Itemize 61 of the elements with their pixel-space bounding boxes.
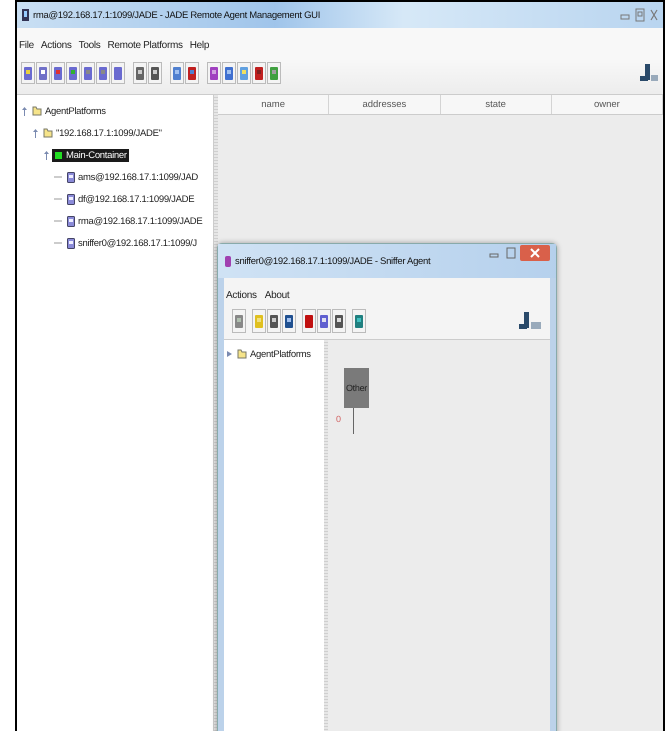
device-icon[interactable] (207, 62, 221, 84)
device-icon[interactable] (302, 309, 316, 333)
column-header[interactable]: name (218, 95, 330, 114)
device-icon[interactable] (36, 62, 50, 84)
tree-node[interactable]: df@192.168.17.1:1099/JADE (65, 192, 196, 206)
device-icon[interactable] (111, 62, 125, 84)
agent-icon (224, 254, 232, 268)
logo-icon (639, 62, 659, 84)
tree-node[interactable]: sniffer0@192.168.17.1:1099/J (65, 236, 199, 250)
tree-node[interactable]: AgentPlatforms (235, 348, 313, 360)
tree-node[interactable]: "192.168.17.1:1099/JADE" (41, 126, 164, 140)
device-icon[interactable] (282, 309, 296, 333)
logo-icon (516, 310, 542, 332)
column-header[interactable]: addresses (329, 95, 440, 114)
folder-icon (237, 349, 247, 359)
tree-node[interactable]: ams@192.168.17.1:1099/JAD (65, 170, 200, 184)
device-icon[interactable] (317, 309, 331, 333)
device-icon[interactable] (81, 62, 95, 84)
device-icon[interactable] (133, 62, 147, 84)
device-icon[interactable] (21, 62, 35, 84)
folder-icon (43, 128, 53, 138)
maximize-icon[interactable] (634, 8, 646, 22)
tree-node[interactable]: rma@192.168.17.1:1099/JADE (65, 214, 204, 228)
window-title: rma@192.168.17.1:1099/JADE - JADE Remote Agent Management GUI (33, 10, 320, 20)
device-icon[interactable] (352, 309, 366, 333)
menu-item[interactable]: Tools (78, 40, 100, 51)
close-icon[interactable] (649, 8, 659, 22)
device-icon[interactable] (252, 62, 266, 84)
agent-index: 0 (336, 414, 342, 424)
menu-item[interactable]: About (264, 290, 290, 301)
device-icon (67, 194, 75, 204)
menu-item[interactable]: Help (190, 40, 210, 51)
device-icon[interactable] (66, 62, 80, 84)
menu-item[interactable]: Remote Platforms (107, 40, 183, 51)
close-icon[interactable] (520, 245, 550, 261)
folder-icon (32, 106, 42, 116)
device-icon[interactable] (51, 62, 65, 84)
square-icon (54, 150, 63, 160)
tree-node[interactable]: AgentPlatforms (30, 104, 108, 118)
device-icon[interactable] (222, 62, 236, 84)
device-icon[interactable] (332, 309, 346, 333)
device-icon (67, 238, 75, 248)
device-icon (67, 172, 75, 182)
menu-item[interactable]: Actions (226, 290, 257, 301)
agent-box[interactable]: Other (344, 368, 369, 408)
collapsed-handle-icon[interactable] (226, 349, 233, 359)
device-icon[interactable] (96, 62, 110, 84)
device-icon (67, 216, 75, 226)
expanded-handle-icon[interactable] (43, 150, 50, 160)
column-header[interactable]: state (440, 95, 552, 114)
expanded-handle-icon[interactable] (32, 128, 39, 138)
window-title: sniffer0@192.168.17.1:1099/JADE - Sniffer Agent (235, 256, 430, 266)
menu-item[interactable]: File (19, 40, 34, 51)
device-icon[interactable] (148, 62, 162, 84)
device-icon[interactable] (267, 309, 281, 333)
app-icon (21, 8, 30, 22)
menu-item[interactable]: Actions (40, 40, 72, 51)
tree-node[interactable]: Main-Container (52, 148, 129, 162)
expanded-handle-icon[interactable] (21, 106, 28, 116)
column-header[interactable]: owner (552, 95, 663, 114)
device-icon[interactable] (185, 62, 199, 84)
